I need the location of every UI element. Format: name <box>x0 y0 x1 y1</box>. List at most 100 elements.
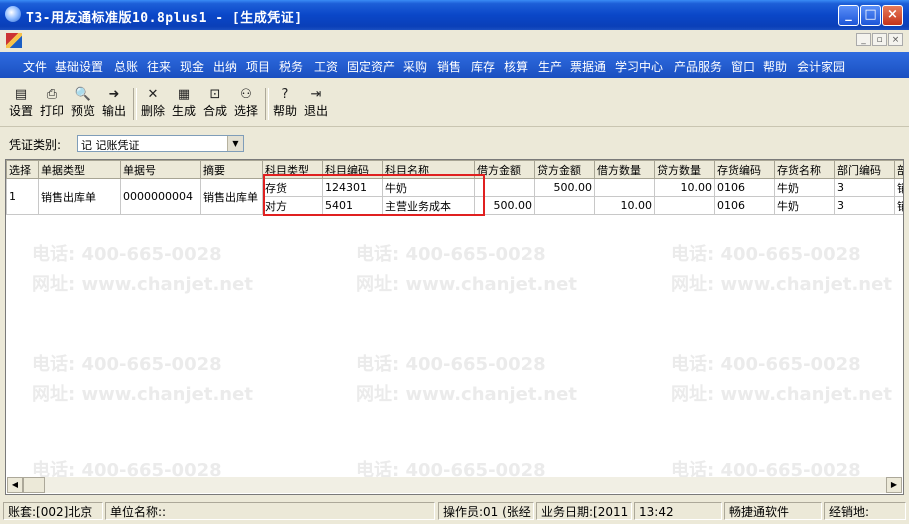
menu-ar-ap[interactable]: 往来 <box>147 58 171 75</box>
account-type-cell[interactable]: 对方 <box>262 196 323 215</box>
menu-payroll[interactable]: 工资 <box>314 58 338 75</box>
dept-code-cell[interactable]: 3 <box>834 178 895 197</box>
menu-learning[interactable]: 学习中心 <box>615 58 663 75</box>
menu-services[interactable]: 产品服务 <box>674 58 722 75</box>
voucher-type-select[interactable]: 记 记账凭证 ▼ <box>77 135 244 152</box>
select-button[interactable]: ⚇ 选择 <box>233 86 259 122</box>
menu-window[interactable]: 窗口 <box>731 58 755 75</box>
inventory-code-cell[interactable]: 0106 <box>714 178 775 197</box>
menu-tax[interactable]: 税务 <box>279 58 303 75</box>
exit-button[interactable]: ⇥ 退出 <box>303 86 329 122</box>
debit-amount-cell[interactable]: 500.00 <box>474 196 535 215</box>
menu-costing[interactable]: 核算 <box>504 58 528 75</box>
column-header[interactable]: 单据号 <box>120 160 201 179</box>
menu-basic[interactable]: 基础设置 <box>55 58 103 75</box>
select-cell[interactable]: 1 <box>6 178 39 215</box>
menu-ledger[interactable]: 总账 <box>114 58 138 75</box>
child-window-icon[interactable] <box>6 33 22 48</box>
title-bar: T3-用友通标准版10.8plus1 - [生成凭证] _ □ × <box>0 0 909 30</box>
debit-qty-cell[interactable] <box>594 178 655 197</box>
child-restore-button[interactable]: ▫ <box>872 33 887 46</box>
menu-cashier[interactable]: 出纳 <box>213 58 237 75</box>
child-minimize-button[interactable]: _ <box>856 33 871 46</box>
menu-inventory[interactable]: 库存 <box>471 58 495 75</box>
scroll-right-icon[interactable]: ▶ <box>886 477 902 493</box>
column-header[interactable]: 存货编码 <box>714 160 775 179</box>
watermark-phone: 电话: 400-665-0028 <box>32 354 222 375</box>
menu-accounting-home[interactable]: 会计家园 <box>797 58 845 75</box>
menu-bar: 文件 基础设置 总账 往来 现金 出纳 项目 税务 工资 固定资产 采购 销售 … <box>0 52 909 78</box>
inventory-name-cell[interactable]: 牛奶 <box>774 196 835 215</box>
menu-cash[interactable]: 现金 <box>180 58 204 75</box>
column-header[interactable]: 借方数量 <box>594 160 655 179</box>
menu-help[interactable]: 帮助 <box>763 58 787 75</box>
menu-production[interactable]: 生产 <box>538 58 562 75</box>
menu-bills[interactable]: 票据通 <box>570 58 606 75</box>
column-header[interactable]: 科目编码 <box>322 160 383 179</box>
inventory-code-cell[interactable]: 0106 <box>714 196 775 215</box>
doc-no-cell[interactable]: 0000000004 <box>120 178 201 215</box>
summary-cell[interactable]: 销售出库单 <box>200 178 263 215</box>
preview-button[interactable]: 🔍 预览 <box>70 86 96 122</box>
credit-qty-cell[interactable] <box>654 196 715 215</box>
child-close-button[interactable]: × <box>888 33 903 46</box>
print-button[interactable]: ⎙ 打印 <box>39 86 65 122</box>
settings-button[interactable]: ▤ 设置 <box>8 86 34 122</box>
column-header[interactable]: 部门编码 <box>834 160 895 179</box>
minimize-button[interactable]: _ <box>838 5 859 26</box>
watermark-site: 网址: www.chanjet.net <box>32 274 253 295</box>
status-dealer: 经销地: <box>824 502 906 520</box>
menu-fixed-assets[interactable]: 固定资产 <box>347 58 395 75</box>
watermark-phone: 电话: 400-665-0028 <box>356 244 546 265</box>
credit-qty-cell[interactable]: 10.00 <box>654 178 715 197</box>
column-header[interactable]: 借方金额 <box>474 160 535 179</box>
watermark-phone: 电话: 400-665-0028 <box>671 244 861 265</box>
status-vendor: 畅捷通软件 <box>724 502 822 520</box>
column-header[interactable]: 摘要 <box>200 160 263 179</box>
column-header[interactable]: 单据类型 <box>38 160 121 179</box>
menu-sales[interactable]: 销售 <box>437 58 461 75</box>
export-icon: ➜ <box>108 87 120 102</box>
credit-amount-cell[interactable]: 500.00 <box>534 178 595 197</box>
account-name-cell[interactable]: 牛奶 <box>382 178 475 197</box>
truncated-cell[interactable]: 销 <box>894 196 903 215</box>
generate-icon: ▦ <box>177 87 191 102</box>
toolbar-separator <box>265 88 269 120</box>
column-header[interactable]: 科目类型 <box>262 160 323 179</box>
column-header[interactable]: 科目名称 <box>382 160 475 179</box>
chevron-down-icon[interactable]: ▼ <box>227 136 243 151</box>
table-row[interactable]: 1 销售出库单 0000000004 销售出库单 存货 124301 牛奶 50… <box>6 178 903 215</box>
app-icon[interactable] <box>5 6 21 22</box>
dept-code-cell[interactable]: 3 <box>834 196 895 215</box>
scroll-left-icon[interactable]: ◀ <box>7 477 23 493</box>
export-button[interactable]: ➜ 输出 <box>101 86 127 122</box>
help-button[interactable]: ? 帮助 <box>272 86 298 122</box>
maximize-button[interactable]: □ <box>860 5 881 26</box>
menu-purchase[interactable]: 采购 <box>403 58 427 75</box>
merge-button[interactable]: ⊡ 合成 <box>202 86 228 122</box>
doc-type-cell[interactable]: 销售出库单 <box>38 178 121 215</box>
status-bar: 账套:[002]北京 单位名称:: 操作员:01 (张经 业务日期:[2011 … <box>0 499 909 524</box>
close-button[interactable]: × <box>882 5 903 26</box>
account-name-cell[interactable]: 主营业务成本 <box>382 196 475 215</box>
exit-icon: ⇥ <box>310 87 322 102</box>
generate-button[interactable]: ▦ 生成 <box>171 86 197 122</box>
column-header[interactable]: 选择 <box>6 160 39 179</box>
menu-file[interactable]: 文件 <box>23 58 47 75</box>
scrollbar-thumb[interactable] <box>23 477 45 493</box>
column-header[interactable]: 贷方金额 <box>534 160 595 179</box>
column-header[interactable]: 贷方数量 <box>654 160 715 179</box>
inventory-name-cell[interactable]: 牛奶 <box>774 178 835 197</box>
truncated-cell[interactable]: 销 <box>894 178 903 197</box>
column-header[interactable]: 存货名称 <box>774 160 835 179</box>
horizontal-scrollbar[interactable]: ◀ ▶ <box>7 477 902 493</box>
account-code-cell[interactable]: 124301 <box>322 178 383 197</box>
account-type-cell[interactable]: 存货 <box>262 178 323 197</box>
account-code-cell[interactable]: 5401 <box>322 196 383 215</box>
credit-amount-cell[interactable] <box>534 196 595 215</box>
debit-amount-cell[interactable] <box>474 178 535 197</box>
delete-button[interactable]: ✕ 删除 <box>140 86 166 122</box>
column-header[interactable]: 部 <box>894 160 903 179</box>
debit-qty-cell[interactable]: 10.00 <box>594 196 655 215</box>
menu-project[interactable]: 项目 <box>246 58 270 75</box>
